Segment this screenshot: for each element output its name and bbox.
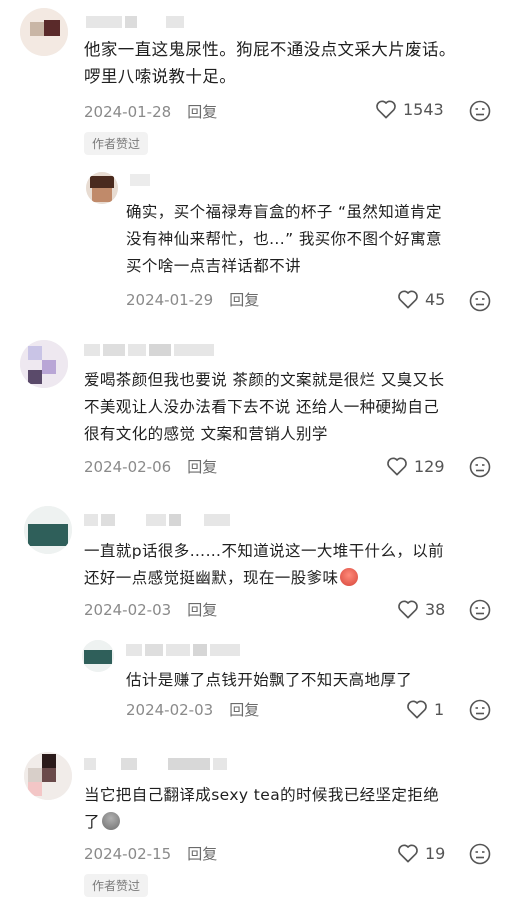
reply-button[interactable]: 回复 <box>187 456 217 477</box>
comment-text: 当它把自己翻译成sexy tea的时候我已经坚定拒绝 了 <box>84 782 439 836</box>
reply-button[interactable]: 回复 <box>229 289 259 310</box>
comment-date: 2024-01-28 <box>84 102 172 121</box>
avatar[interactable] <box>24 506 72 554</box>
comment-text-content: 当它把自己翻译成sexy tea的时候我已经坚定拒绝 了 <box>84 786 440 831</box>
comment-text-content: 一直就p话很多……不知道说这一大堆干什么，以前 还好一点感觉挺幽默，现在一股爹味 <box>84 542 445 587</box>
like-button[interactable]: 45 <box>397 289 445 309</box>
heart-outline-icon <box>398 844 418 863</box>
comment-date: 2024-02-03 <box>126 700 214 719</box>
like-count: 45 <box>425 289 446 309</box>
unhappy-face-icon[interactable] <box>469 100 491 122</box>
reply-button[interactable]: 回复 <box>187 599 217 620</box>
avatar[interactable] <box>20 8 68 56</box>
author-liked-badge: 作者赞过 <box>84 874 149 897</box>
reply-button[interactable]: 回复 <box>187 843 217 864</box>
username-blurred[interactable] <box>84 756 227 772</box>
username-blurred[interactable] <box>86 14 184 30</box>
unhappy-face-icon[interactable] <box>469 599 491 621</box>
reply-button[interactable]: 回复 <box>187 101 217 122</box>
comment-text: 他家一直这鬼尿性。狗屁不通没点文采大片废话。 啰里八嗦说教十足。 <box>84 40 456 86</box>
comment-date: 2024-02-06 <box>84 457 172 476</box>
like-count: 1 <box>434 699 445 719</box>
username-blurred[interactable] <box>84 512 230 528</box>
angry-face-emoji <box>340 568 359 586</box>
unhappy-face-icon[interactable] <box>469 843 491 865</box>
like-count: 38 <box>425 599 446 619</box>
comment-date: 2024-02-03 <box>84 600 172 619</box>
heart-outline-icon <box>398 290 418 309</box>
comment-meta: 2024-02-15 回复 <box>84 843 217 864</box>
comment-meta: 2024-02-03 回复 <box>84 599 217 620</box>
unhappy-face-icon[interactable] <box>469 456 491 478</box>
like-button[interactable]: 129 <box>386 456 445 476</box>
comment-date: 2024-02-15 <box>84 844 172 863</box>
heart-outline-icon <box>387 457 407 476</box>
avatar[interactable] <box>82 640 114 672</box>
comment-meta: 2024-02-06 回复 <box>84 456 217 477</box>
avatar[interactable] <box>24 752 72 800</box>
like-count: 19 <box>425 843 446 863</box>
username-blurred[interactable] <box>130 172 150 188</box>
author-liked-badge: 作者赞过 <box>84 132 149 155</box>
comment-text: 确实，买个福禄寿盲盒的杯子 “虽然知道肯定 没有神仙来帮忙，也...” 我买你不… <box>126 203 442 275</box>
like-button[interactable]: 38 <box>397 599 445 619</box>
avatar[interactable] <box>20 340 68 388</box>
avatar[interactable] <box>86 172 118 204</box>
heart-outline-icon <box>376 100 396 119</box>
reply-button[interactable]: 回复 <box>229 699 259 720</box>
username-blurred[interactable] <box>126 642 240 658</box>
username-blurred[interactable] <box>84 342 214 358</box>
like-button[interactable]: 19 <box>397 843 445 863</box>
poop-emoji <box>101 812 120 830</box>
comment-meta: 2024-01-28 回复 <box>84 101 217 122</box>
like-count: 129 <box>414 456 445 476</box>
comment-text: 爱喝茶颜但我也要说 茶颜的文案就是很烂 又臭又长 不美观让人没办法看下去不说 还… <box>84 371 445 443</box>
like-button[interactable]: 1 <box>406 699 444 719</box>
like-button[interactable]: 1543 <box>375 99 444 119</box>
comment-text: 一直就p话很多……不知道说这一大堆干什么，以前 还好一点感觉挺幽默，现在一股爹味 <box>84 538 444 592</box>
unhappy-face-icon[interactable] <box>469 290 491 312</box>
comment-date: 2024-01-29 <box>126 290 214 309</box>
comment-meta: 2024-01-29 回复 <box>126 289 259 310</box>
unhappy-face-icon[interactable] <box>469 699 491 721</box>
like-count: 1543 <box>403 99 444 119</box>
heart-outline-icon <box>407 700 427 719</box>
comment-meta: 2024-02-03 回复 <box>126 699 259 720</box>
comment-text: 估计是赚了点钱开始飘了不知天高地厚了 <box>126 671 413 689</box>
heart-outline-icon <box>398 600 418 619</box>
